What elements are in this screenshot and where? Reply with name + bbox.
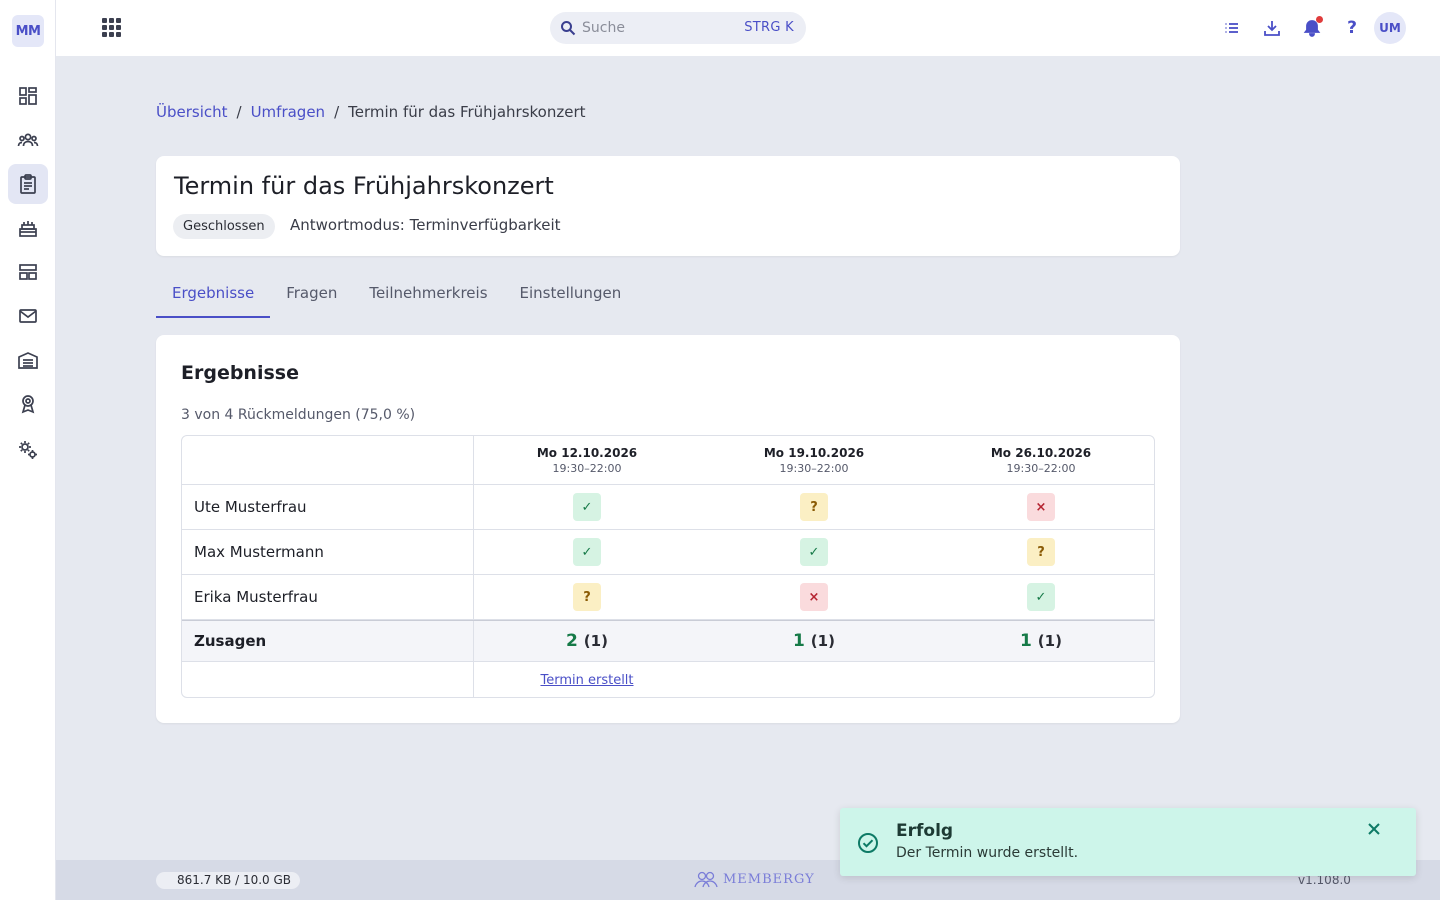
summary-value: 1 (1) [793, 631, 835, 651]
table-row: Erika Musterfrau ? × ✓ [182, 575, 1154, 620]
notification-dot [1316, 16, 1323, 23]
table-header-row: Mo 12.10.2026 19:30–22:00 Mo 19.10.2026 … [182, 436, 1154, 485]
cake-icon [19, 221, 37, 237]
breadcrumb-separator: / [334, 103, 340, 121]
sidebar: MM [0, 0, 56, 900]
clipboard-icon [20, 174, 36, 194]
storage-usage: 861.7 KB / 10.0 GB [156, 872, 300, 889]
brand-name: MEMBERGY [723, 871, 815, 887]
brand-people-icon [694, 871, 718, 888]
download-icon [1264, 21, 1280, 36]
list-icon [1225, 23, 1238, 33]
action-row: Termin erstellt [182, 662, 1154, 697]
answer-maybe-mark: ? [573, 583, 601, 611]
breadcrumb-surveys[interactable]: Umfragen [251, 103, 326, 121]
notifications-button[interactable] [1300, 16, 1324, 40]
tasks-button[interactable] [1220, 16, 1244, 40]
toast-message: Der Termin wurde erstellt. [896, 845, 1079, 861]
table-icon [19, 264, 37, 280]
summary-value: 2 (1) [566, 631, 608, 651]
sidebar-item-mail[interactable] [8, 296, 48, 336]
column-time: 19:30–22:00 [552, 461, 622, 475]
search-shortcut: STRG K [744, 20, 794, 35]
results-title: Ergebnisse [181, 362, 299, 384]
tab-bar: Ergebnisse Fragen Teilnehmerkreis Einste… [156, 276, 637, 318]
results-table: Mo 12.10.2026 19:30–22:00 Mo 19.10.2026 … [181, 435, 1155, 698]
breadcrumb-separator: / [236, 103, 242, 121]
sidebar-item-dashboard[interactable] [8, 76, 48, 116]
column-time: 19:30–22:00 [1006, 461, 1076, 475]
gears-icon [19, 441, 37, 459]
page-title: Termin für das Frühjahrskonzert [174, 172, 554, 200]
column-header: Mo 12.10.2026 19:30–22:00 [474, 436, 700, 484]
mail-icon [19, 309, 37, 323]
table-row: Ute Musterfrau ✓ ? × [182, 485, 1154, 530]
breadcrumb: Übersicht / Umfragen / Termin für das Fr… [156, 103, 586, 121]
user-avatar[interactable]: UM [1374, 12, 1406, 44]
sidebar-item-awards[interactable] [8, 384, 48, 424]
column-header: Mo 26.10.2026 19:30–22:00 [928, 436, 1154, 484]
sidebar-item-surveys[interactable] [8, 164, 48, 204]
column-date: Mo 19.10.2026 [763, 445, 865, 460]
column-time: 19:30–22:00 [779, 461, 849, 475]
breadcrumb-current: Termin für das Frühjahrskonzert [348, 103, 586, 121]
answer-yes-mark: ✓ [573, 538, 601, 566]
sidebar-item-tables[interactable] [8, 252, 48, 292]
summary-label: Zusagen [182, 621, 474, 661]
summary-value: 1 (1) [1020, 631, 1062, 651]
answer-maybe-mark: ? [1027, 538, 1055, 566]
answer-yes-mark: ✓ [1027, 583, 1055, 611]
sidebar-item-settings[interactable] [8, 430, 48, 470]
check-circle-icon [858, 833, 878, 853]
results-card: Ergebnisse 3 von 4 Rückmeldungen (75,0 %… [156, 335, 1180, 723]
dashboard-icon [19, 87, 37, 105]
response-count: 3 von 4 Rückmeldungen (75,0 %) [181, 407, 416, 423]
tab-results[interactable]: Ergebnisse [156, 276, 271, 318]
participant-name: Erika Musterfrau [182, 575, 474, 619]
close-icon[interactable] [1366, 821, 1382, 837]
warehouse-icon [18, 352, 38, 369]
participant-name: Max Mustermann [182, 530, 474, 574]
table-row: Max Mustermann ✓ ✓ ? [182, 530, 1154, 575]
medal-icon [21, 395, 35, 414]
brand-logo: MEMBERGY [693, 870, 815, 888]
sidebar-item-events[interactable] [8, 208, 48, 248]
answer-mode: Antwortmodus: Terminverfügbarkeit [290, 216, 561, 234]
answer-yes-mark: ✓ [800, 538, 828, 566]
sidebar-item-members[interactable] [8, 120, 48, 160]
search-icon [561, 21, 576, 36]
column-header: Mo 19.10.2026 19:30–22:00 [701, 436, 927, 484]
table-header-empty [182, 436, 474, 484]
help-button[interactable]: ? [1340, 16, 1364, 40]
tab-participants[interactable]: Teilnehmerkreis [353, 276, 503, 318]
downloads-button[interactable] [1260, 16, 1284, 40]
topbar: STRG K ? UM [56, 0, 1440, 56]
tab-questions[interactable]: Fragen [270, 276, 353, 318]
column-date: Mo 12.10.2026 [536, 445, 638, 460]
answer-maybe-mark: ? [800, 493, 828, 521]
answer-no-mark: × [1027, 493, 1055, 521]
survey-header-card: Termin für das Frühjahrskonzert Geschlos… [156, 156, 1180, 256]
org-logo[interactable]: MM [12, 15, 44, 47]
sidebar-item-organization[interactable] [8, 340, 48, 380]
search-input[interactable] [582, 12, 732, 44]
participant-name: Ute Musterfrau [182, 485, 474, 529]
column-date: Mo 26.10.2026 [990, 445, 1092, 460]
success-toast: Erfolg Der Termin wurde erstellt. [840, 808, 1416, 876]
answer-yes-mark: ✓ [573, 493, 601, 521]
group-icon [17, 133, 39, 147]
summary-row: Zusagen 2 (1) 1 (1) 1 (1) [182, 620, 1154, 662]
termin-created-link[interactable]: Termin erstellt [540, 673, 633, 688]
toast-title: Erfolg [896, 821, 954, 841]
apps-grid-icon[interactable] [102, 18, 122, 38]
status-badge: Geschlossen [173, 214, 275, 239]
breadcrumb-overview[interactable]: Übersicht [156, 103, 228, 121]
search-bar[interactable]: STRG K [550, 12, 806, 44]
answer-no-mark: × [800, 583, 828, 611]
tab-settings[interactable]: Einstellungen [504, 276, 638, 318]
